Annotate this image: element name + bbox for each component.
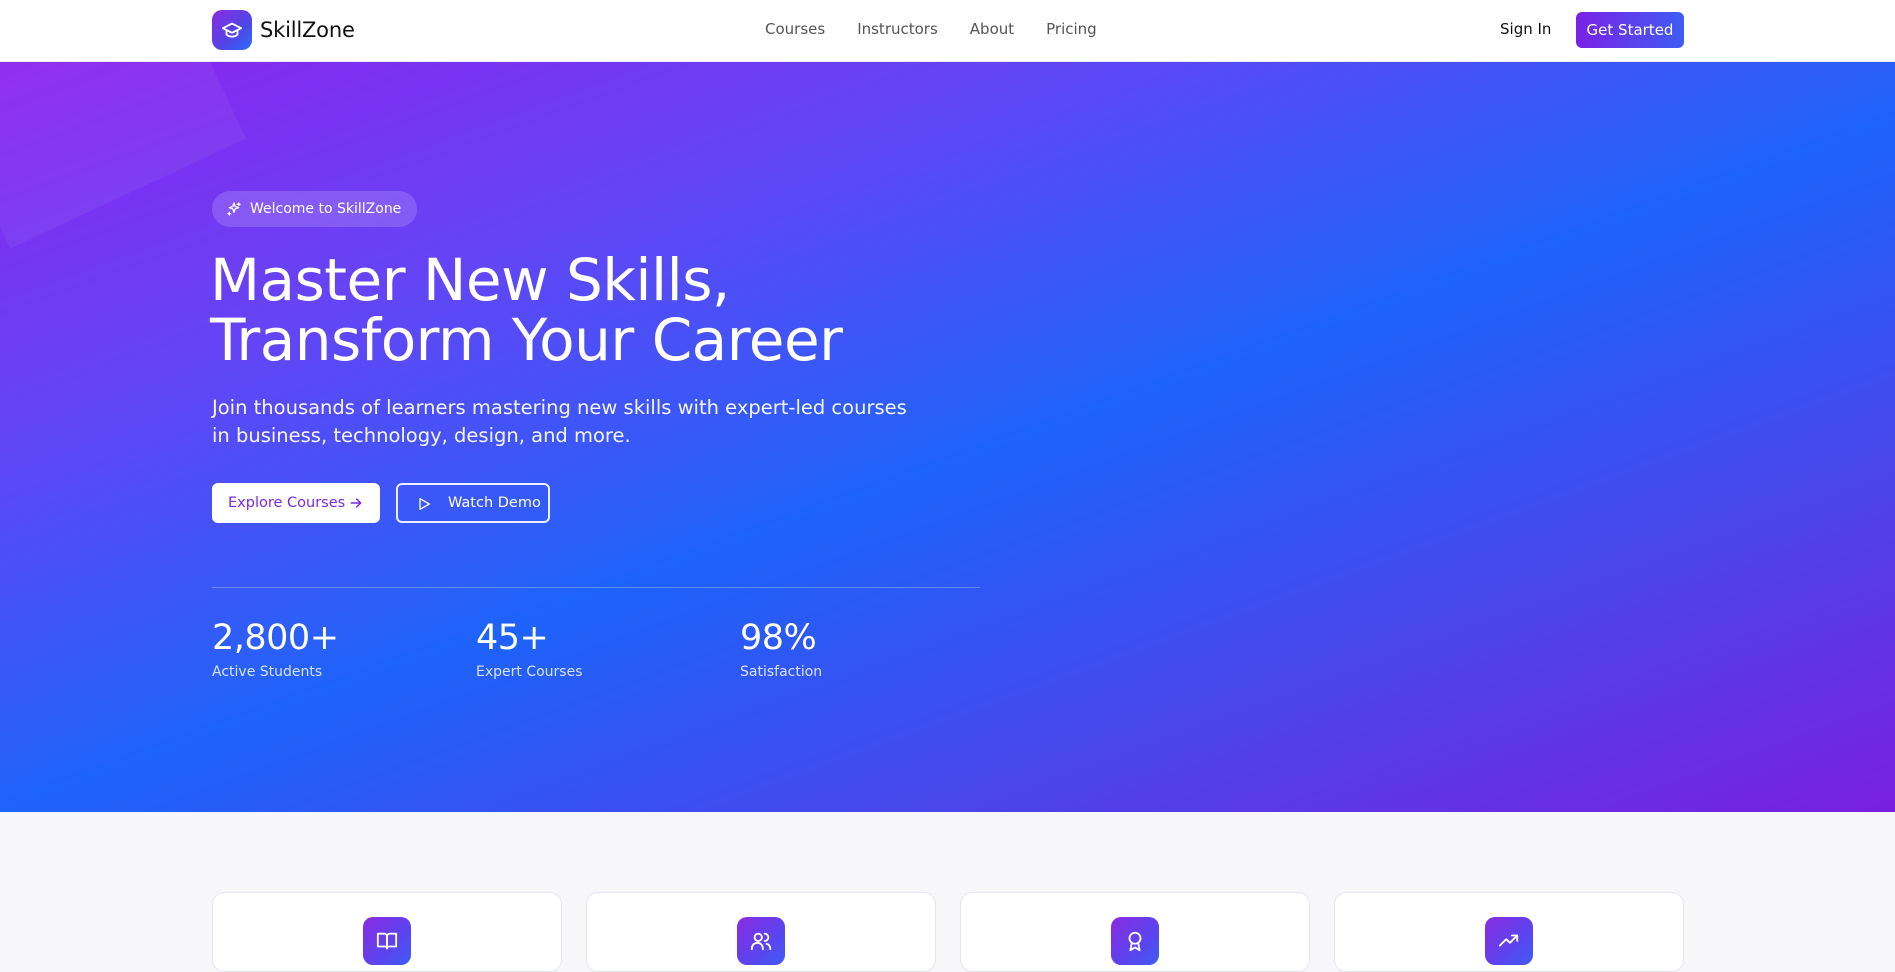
stat-label: Expert Courses [476,664,583,680]
hero-headline: Master New Skills, Transform Your Career [210,250,843,370]
brand[interactable]: SkillZone [212,10,355,50]
stat-active-students: 2,800+ Active Students [212,618,339,680]
watch-demo-button[interactable]: Watch Demo [396,483,550,523]
top-navbar: SkillZone Courses Instructors About Pric… [0,0,1895,62]
nav-links: Courses Instructors About Pricing [765,20,1129,38]
stat-value: 2,800+ [212,618,339,658]
nav-link-instructors[interactable]: Instructors [857,20,938,38]
stat-label: Satisfaction [740,664,823,680]
brand-name: SkillZone [260,18,355,42]
watch-demo-label: Watch Demo [448,495,541,511]
nav-link-pricing[interactable]: Pricing [1046,20,1097,38]
users-icon [737,917,785,965]
stat-expert-courses: 45+ Expert Courses [476,618,583,680]
hero-decoration [0,62,246,249]
get-started-button[interactable]: Get Started [1576,12,1684,48]
feature-card-courses [212,892,562,972]
hero-subheading: Join thousands of learners mastering new… [212,396,907,447]
hero-section: Welcome to SkillZone Master New Skills, … [0,62,1895,812]
sparkles-icon [226,201,242,217]
arrow-right-icon [348,495,364,511]
stat-label: Active Students [212,664,323,680]
explore-courses-label: Explore Courses [228,495,346,511]
graduation-cap-icon [212,10,252,50]
stats-divider [212,587,980,588]
hero-headline-line-2: Transform Your Career [210,306,843,374]
stat-value: 98% [740,618,817,658]
hero-headline-line-1: Master New Skills, [210,246,730,314]
nav-link-courses[interactable]: Courses [765,20,825,38]
sign-in-link[interactable]: Sign In [1500,20,1551,38]
feature-card-certification [960,892,1310,972]
play-icon [416,496,432,512]
trending-up-icon [1485,917,1533,965]
welcome-badge-label: Welcome to SkillZone [250,201,402,217]
stat-value: 45+ [476,618,549,658]
nav-link-about[interactable]: About [970,20,1014,38]
book-open-icon [363,917,411,965]
feature-card-community [586,892,936,972]
welcome-badge: Welcome to SkillZone [212,191,418,227]
stat-satisfaction: 98% Satisfaction [740,618,822,680]
explore-courses-button[interactable]: Explore Courses [212,483,380,523]
feature-card-growth [1334,892,1684,972]
award-icon [1111,917,1159,965]
